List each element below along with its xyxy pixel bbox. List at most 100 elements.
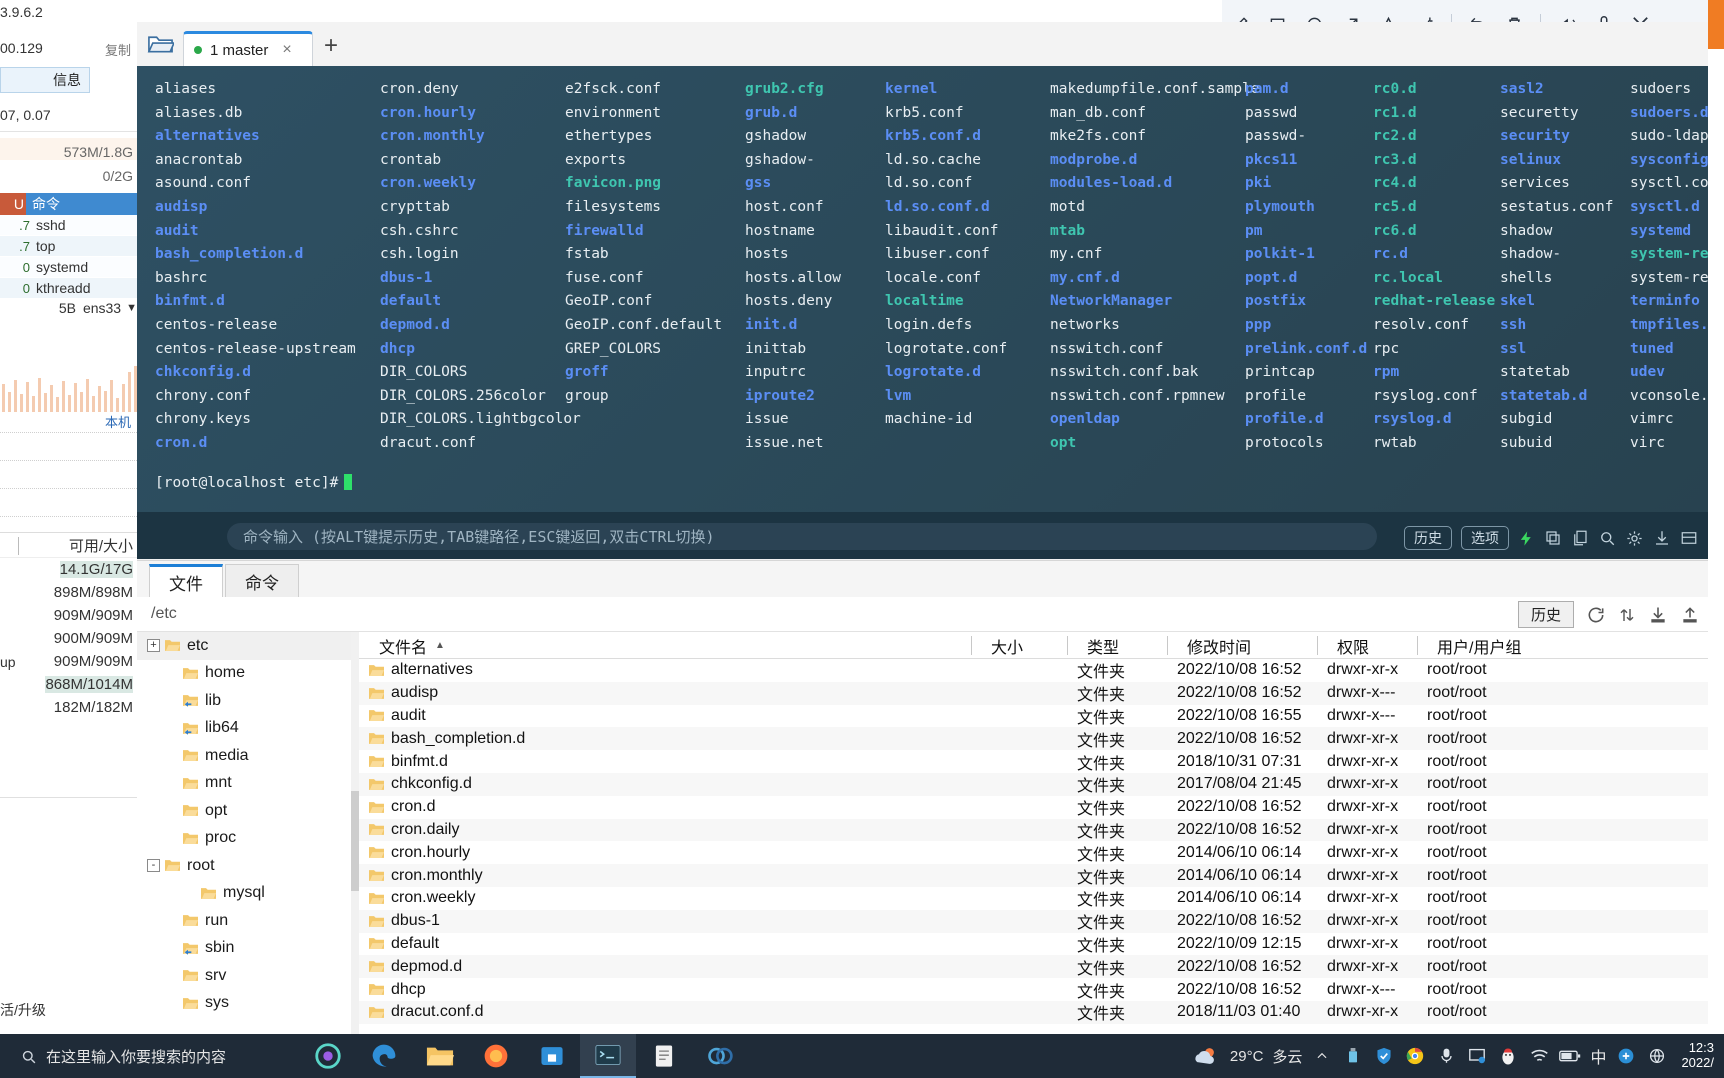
copy-icon[interactable] (1571, 529, 1589, 547)
column-header-owner[interactable]: 用户/用户组 (1427, 632, 1521, 659)
chevron-up-icon[interactable] (1311, 1049, 1333, 1063)
tree-item-run[interactable]: run (137, 907, 358, 935)
wifi-icon[interactable] (1528, 1048, 1550, 1064)
table-row[interactable]: cron.hourly 文件夹 2014/06/10 06:14 drwxr-xr-x… (359, 841, 1708, 864)
disk-row[interactable]: 182M/182M (0, 696, 137, 719)
tree-item-media[interactable]: media (137, 742, 358, 770)
table-row[interactable]: cron.weekly 文件夹 2014/06/10 06:14 drwxr-xr-x… (359, 887, 1708, 910)
close-icon[interactable]: × (282, 41, 291, 59)
microphone-icon[interactable] (1435, 1047, 1457, 1065)
antivirus-icon[interactable] (1373, 1047, 1395, 1065)
column-divider[interactable] (1417, 636, 1418, 655)
refresh-icon[interactable] (1586, 605, 1606, 625)
qq-icon[interactable] (1497, 1047, 1519, 1066)
table-row[interactable]: audisp 文件夹 2022/10/08 16:52 drwxr-x--- root/… (359, 681, 1708, 705)
disk-row[interactable]: 909M/909M (0, 604, 137, 627)
tree-item-opt[interactable]: opt (137, 797, 358, 825)
disk-row[interactable]: 868M/1014M (0, 673, 137, 696)
copy-link[interactable]: 复制 (105, 40, 131, 59)
column-divider[interactable] (1167, 636, 1168, 655)
table-row[interactable]: audit 文件夹 2022/10/08 16:55 drwxr-x--- root/r… (359, 705, 1708, 728)
new-tab-button[interactable]: + (313, 26, 349, 66)
taskbar-search-input[interactable]: 在这里输入你要搜索的内容 (8, 1034, 298, 1078)
weather-icon[interactable] (1191, 1046, 1221, 1066)
explorer-icon[interactable] (412, 1034, 468, 1078)
column-header-name[interactable]: 文件名 ▲ (369, 632, 445, 659)
process-row[interactable]: .7 top (0, 236, 137, 256)
table-row[interactable]: dracut.conf.d 文件夹 2018/11/03 01:40 drwxr-xr… (359, 1000, 1708, 1024)
terminal-output[interactable]: aliases aliases.db alternatives anacrontab a… (137, 66, 1708, 559)
tree-item-proc[interactable]: proc (137, 825, 358, 853)
tree-item-sbin[interactable]: sbin (137, 935, 358, 963)
column-divider[interactable] (1317, 636, 1318, 655)
terminal-icon[interactable] (580, 1034, 636, 1078)
tree-item-home[interactable]: home (137, 660, 358, 688)
command-history-button[interactable]: 历史 (1404, 526, 1452, 550)
column-header-mtime[interactable]: 修改时间 (1177, 632, 1251, 659)
chevron-down-icon[interactable]: ▼ (126, 302, 137, 314)
table-row[interactable]: default 文件夹 2022/10/09 12:15 drwxr-xr-x root… (359, 933, 1708, 956)
search-icon[interactable] (1598, 529, 1616, 547)
ime-tool-icon[interactable] (1615, 1047, 1637, 1065)
table-row[interactable]: alternatives 文件夹 2022/10/08 16:52 drwxr-xr-… (359, 659, 1708, 682)
table-row[interactable]: cron.monthly 文件夹 2014/06/10 06:14 drwxr-xr-… (359, 864, 1708, 887)
file-list[interactable]: 文件名 ▲ 大小 类型 修改时间 权限 用户/用户组 alternatives 文件夹 2022… (359, 632, 1708, 1035)
gear-icon[interactable] (1625, 529, 1644, 548)
process-row[interactable]: 0 systemd (0, 257, 137, 277)
download-icon[interactable] (1648, 605, 1668, 625)
cortana-icon[interactable] (300, 1034, 356, 1078)
upload-icon[interactable] (1680, 605, 1700, 625)
open-folder-icon[interactable] (137, 22, 183, 66)
ime-indicator[interactable]: 中 (1590, 1044, 1606, 1068)
sort-icon[interactable] (1618, 605, 1636, 625)
tree-item-etc[interactable]: + etc (137, 632, 358, 660)
process-row[interactable]: 0 kthreadd (0, 278, 137, 298)
record-indicator[interactable] (1708, 0, 1724, 49)
tree-expander-icon[interactable]: - (147, 859, 160, 873)
column-header-size[interactable]: 大小 (981, 632, 1023, 659)
table-row[interactable]: cron.daily 文件夹 2022/10/08 16:52 drwxr-xr-x r… (359, 818, 1708, 842)
column-header-perm[interactable]: 权限 (1327, 632, 1369, 659)
table-row[interactable]: dhcp 文件夹 2022/10/08 16:52 drwxr-x--- root/ro… (359, 978, 1708, 1001)
battery-icon[interactable] (1559, 1049, 1581, 1063)
info-button[interactable]: 信息 (0, 67, 90, 93)
tree-item-mysql[interactable]: mysql (137, 880, 358, 908)
table-row[interactable]: binfmt.d 文件夹 2018/10/31 07:31 drwxr-xr-x roo… (359, 750, 1708, 773)
disk-row[interactable]: 900M/909M (0, 627, 137, 650)
disk-row[interactable]: 14.1G/17G (0, 558, 137, 581)
taskbar-clock[interactable]: 12:3 2022/ (1677, 1040, 1714, 1071)
directory-tree[interactable]: + etc home lib lib64 media mnt opt proc - root mysq… (137, 632, 359, 1035)
tree-item-srv[interactable]: srv (137, 962, 358, 990)
tree-item-lib[interactable]: lib (137, 687, 358, 715)
tab-commands[interactable]: 命令 (225, 564, 299, 597)
notes-icon[interactable] (636, 1034, 692, 1078)
firefox-icon[interactable] (468, 1034, 524, 1078)
column-divider[interactable] (971, 636, 972, 655)
tree-item-root[interactable]: - root (137, 852, 358, 880)
tree-scrollbar-thumb[interactable] (351, 791, 359, 891)
tree-item-mnt[interactable]: mnt (137, 770, 358, 798)
terminal-tab-master[interactable]: 1 master × (183, 31, 313, 66)
disk-row[interactable]: 898M/898M (0, 581, 137, 604)
disk-row[interactable]: up 909M/909M (0, 650, 137, 673)
table-row[interactable]: chkconfig.d 文件夹 2017/08/04 21:45 drwxr-xr-x… (359, 772, 1708, 796)
table-row[interactable]: cron.d 文件夹 2022/10/08 16:52 drwxr-xr-x root/… (359, 796, 1708, 819)
process-row[interactable]: .7 sshd (0, 215, 137, 235)
edge-icon[interactable] (356, 1034, 412, 1078)
path-input[interactable]: /etc (137, 605, 177, 623)
download-icon[interactable] (1653, 529, 1671, 547)
layout-icon[interactable] (1680, 529, 1698, 547)
tree-expander-icon[interactable]: + (147, 639, 160, 653)
column-divider[interactable] (1067, 636, 1068, 655)
language-icon[interactable] (1646, 1048, 1668, 1064)
tab-files[interactable]: 文件 (149, 564, 223, 597)
column-header-type[interactable]: 类型 (1077, 632, 1119, 659)
table-row[interactable]: depmod.d 文件夹 2022/10/08 16:52 drwxr-xr-x roo… (359, 955, 1708, 979)
file-history-button[interactable]: 历史 (1517, 601, 1574, 628)
xshell-icon[interactable] (692, 1034, 748, 1078)
lightning-icon[interactable] (1518, 529, 1535, 548)
network-iface-selector[interactable]: 5B ens33 ▼ (0, 300, 137, 316)
duplicate-icon[interactable] (1544, 529, 1562, 547)
table-row[interactable]: bash_completion.d 文件夹 2022/10/08 16:52 drwx… (359, 727, 1708, 751)
usb-icon[interactable] (1342, 1047, 1364, 1065)
